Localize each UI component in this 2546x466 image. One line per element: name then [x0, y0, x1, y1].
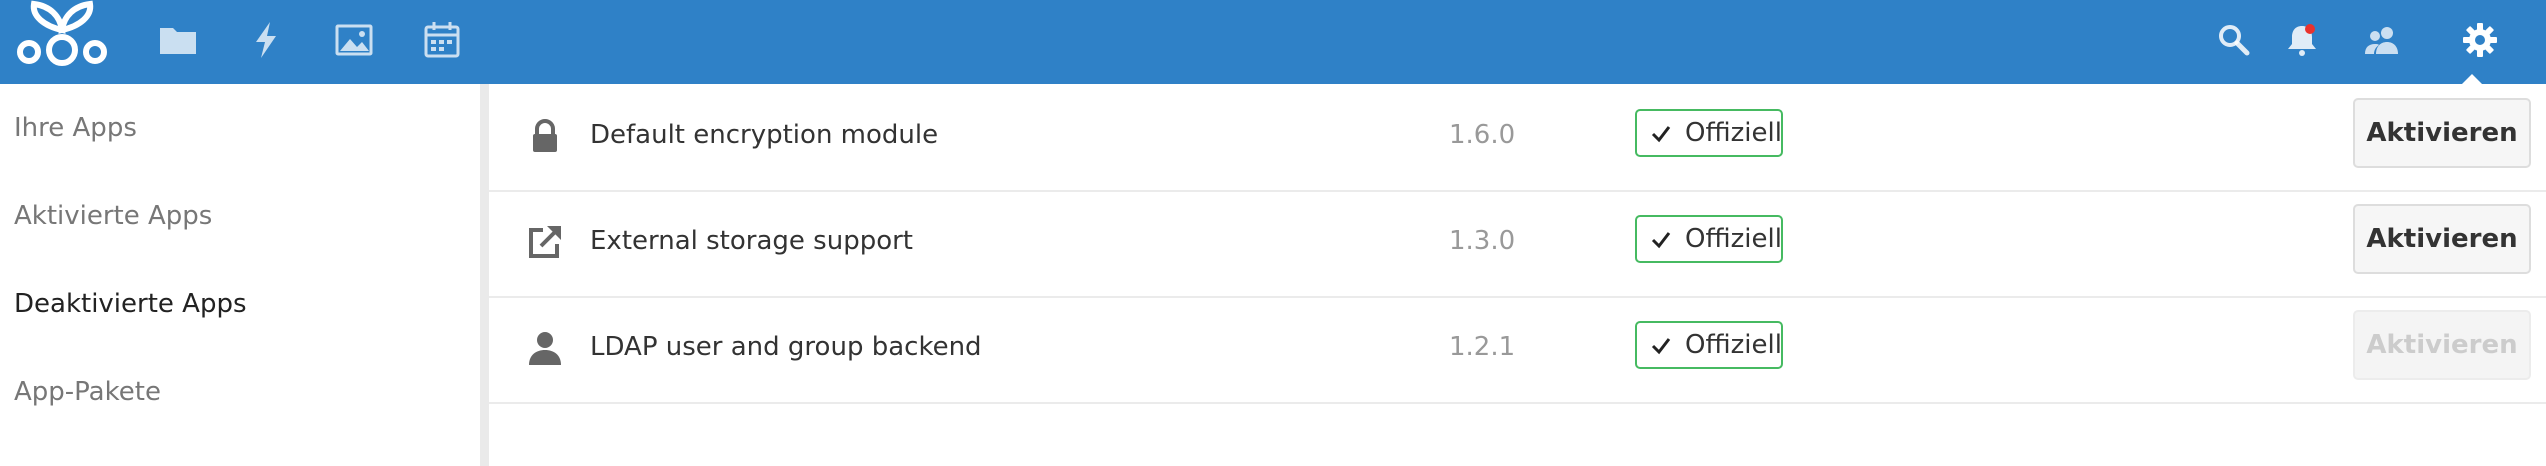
notifications-icon[interactable]	[2282, 20, 2322, 60]
app-version: 1.2.1	[1449, 332, 1516, 362]
app-name: Default encryption module	[590, 120, 939, 150]
activate-button-disabled[interactable]: Aktivieren	[2353, 310, 2531, 380]
search-icon[interactable]	[2214, 20, 2254, 60]
app-name: External storage support	[590, 226, 913, 256]
official-badge: Offiziell	[1635, 215, 1783, 263]
app-row: External storage support 1.3.0 Offiziell…	[489, 190, 2546, 298]
calendar-icon[interactable]	[420, 18, 464, 62]
badge-label: Offiziell	[1685, 224, 1782, 254]
activity-icon[interactable]	[244, 18, 288, 62]
app-version: 1.6.0	[1449, 120, 1516, 150]
activate-button[interactable]: Aktivieren	[2353, 204, 2531, 274]
sidebar-item-ihre-apps[interactable]: Ihre Apps	[14, 108, 137, 148]
check-icon	[1651, 338, 1671, 355]
active-menu-caret	[2462, 74, 2482, 84]
gallery-icon[interactable]	[332, 18, 376, 62]
user-icon	[525, 328, 565, 368]
nextcloud-logo-icon[interactable]	[10, 0, 114, 76]
contacts-icon[interactable]	[2362, 20, 2402, 60]
notification-dot	[2305, 24, 2315, 34]
check-icon	[1651, 232, 1671, 249]
badge-label: Offiziell	[1685, 330, 1782, 360]
settings-icon[interactable]	[2460, 20, 2500, 60]
official-badge: Offiziell	[1635, 321, 1783, 369]
files-icon[interactable]	[156, 18, 200, 62]
sidebar-item-aktivierte-apps[interactable]: Aktivierte Apps	[14, 196, 212, 236]
check-icon	[1651, 126, 1671, 143]
lock-icon	[525, 116, 565, 156]
top-bar	[0, 0, 2546, 84]
official-badge: Offiziell	[1635, 109, 1783, 157]
sidebar-item-deaktivierte-apps[interactable]: Deaktivierte Apps	[14, 284, 247, 324]
sidebar-item-app-pakete[interactable]: App-Pakete	[14, 372, 161, 412]
app-version: 1.3.0	[1449, 226, 1516, 256]
badge-label: Offiziell	[1685, 118, 1782, 148]
app-row: Default encryption module 1.6.0 Offiziel…	[489, 84, 2546, 192]
app-name: LDAP user and group backend	[590, 332, 982, 362]
app-row: LDAP user and group backend 1.2.1 Offizi…	[489, 296, 2546, 404]
sidebar-divider	[480, 84, 489, 466]
activate-button[interactable]: Aktivieren	[2353, 98, 2531, 168]
external-link-icon	[525, 222, 565, 262]
